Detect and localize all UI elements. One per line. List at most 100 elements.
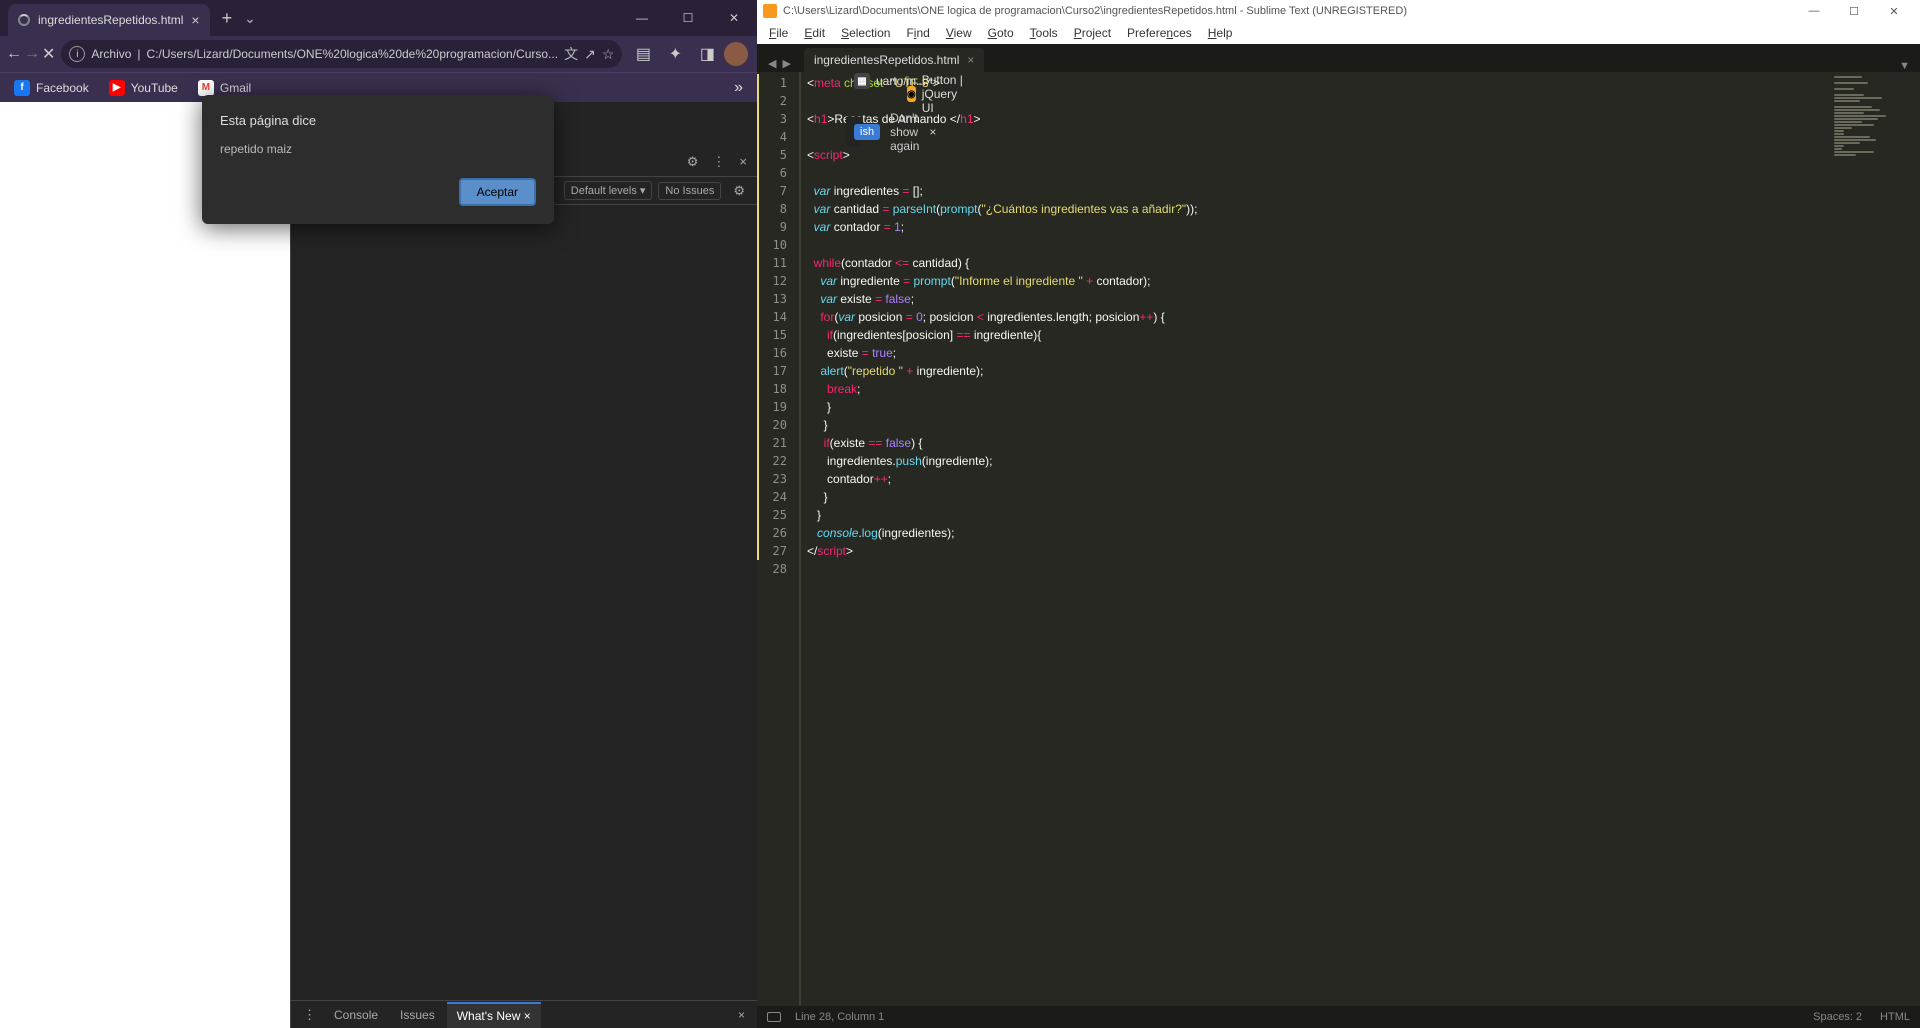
maximize-button[interactable]: ☐: [665, 0, 711, 36]
line-gutter: 1234567891011121314151617181920212223242…: [757, 72, 801, 1006]
drawer-menu-icon[interactable]: ⋮: [297, 1007, 322, 1023]
chrome-toolbar: ← → ✕ i Archivo | C:/Users/Lizard/Docume…: [0, 36, 757, 72]
minimize-button[interactable]: —: [1794, 0, 1834, 22]
window-title: C:\Users\Lizard\Documents\ONE logica de …: [783, 5, 1794, 17]
menu-view[interactable]: View: [938, 24, 980, 42]
drawer-tab-whatsnew[interactable]: What's New ×: [447, 1002, 541, 1028]
youtube-icon: ▶: [109, 80, 125, 96]
bookmark-label: YouTube: [131, 81, 178, 95]
translate-lang-badge[interactable]: ish: [854, 124, 880, 140]
line-number: 7: [757, 182, 799, 200]
close-tab-icon[interactable]: ×: [191, 12, 199, 28]
menu-find[interactable]: Find: [898, 24, 937, 42]
code-area[interactable]: <meta charset="UTF-8"> <h1>Recetas de Ar…: [801, 72, 1830, 1006]
tab-filename: ingredientesRepetidos.html: [814, 53, 959, 67]
menu-selection[interactable]: Selection: [833, 24, 898, 42]
translate-close-icon[interactable]: ×: [929, 125, 936, 139]
line-number: 8: [757, 200, 799, 218]
line-number: 4: [757, 128, 799, 146]
issues-counter[interactable]: No Issues: [658, 182, 721, 200]
menu-project[interactable]: Project: [1066, 24, 1119, 42]
sublime-text: C:\Users\Lizard\Documents\ONE logica de …: [757, 0, 1920, 1028]
bookmark-label: Button | jQuery UI: [922, 73, 965, 115]
devtools-menu-icon[interactable]: ⋮: [706, 154, 731, 170]
menu-preferences[interactable]: Preferences: [1119, 24, 1200, 42]
line-number: 16: [757, 344, 799, 362]
address-bar[interactable]: i Archivo | C:/Users/Lizard/Documents/ON…: [61, 40, 622, 68]
devtools-drawer: ⋮ Console Issues What's New × ×: [291, 1000, 757, 1028]
browser-tab[interactable]: ingredientesRepetidos.html ×: [8, 4, 210, 36]
side-panel-icon[interactable]: ◨: [692, 39, 722, 69]
line-number: 3: [757, 110, 799, 128]
page-viewport: [0, 102, 290, 1028]
bookmark-youtube[interactable]: ▶ YouTube: [101, 77, 186, 99]
line-number: 24: [757, 488, 799, 506]
console-settings-icon[interactable]: ⚙: [727, 183, 751, 199]
devtools-close-icon[interactable]: ×: [733, 154, 753, 169]
window-controls: — ☐ ✕: [619, 0, 757, 36]
drawer-tab-issues[interactable]: Issues: [390, 1003, 445, 1027]
window-controls: — ☐ ✕: [1794, 0, 1914, 22]
line-number: 10: [757, 236, 799, 254]
tab-search-icon[interactable]: ⌄: [244, 10, 256, 27]
new-tab-button[interactable]: +: [210, 8, 245, 29]
close-icon[interactable]: ×: [524, 1009, 531, 1023]
alert-message: repetido maiz: [220, 142, 536, 156]
maximize-button[interactable]: ☐: [1834, 0, 1874, 22]
line-number: 5: [757, 146, 799, 164]
menu-goto[interactable]: Goto: [980, 24, 1022, 42]
line-number: 28: [757, 560, 799, 578]
indentation-selector[interactable]: Spaces: 2: [1813, 1011, 1862, 1023]
stop-reload-button[interactable]: ✕: [42, 39, 55, 69]
line-number: 25: [757, 506, 799, 524]
line-number: 12: [757, 272, 799, 290]
bookmark-star-icon[interactable]: ☆: [602, 46, 615, 63]
devtools-settings-icon[interactable]: ⚙: [681, 154, 705, 170]
translate-dont-show[interactable]: Don't show again: [890, 111, 919, 153]
alert-accept-button[interactable]: Aceptar: [459, 178, 536, 206]
share-icon[interactable]: ↗: [584, 46, 596, 63]
site-info-icon[interactable]: i: [69, 46, 85, 62]
close-window-button[interactable]: ✕: [1874, 0, 1914, 22]
log-levels-selector[interactable]: Default levels ▾: [564, 181, 653, 200]
syntax-selector[interactable]: HTML: [1880, 1011, 1910, 1023]
panel-switcher-icon[interactable]: [767, 1012, 781, 1022]
sublime-titlebar: C:\Users\Lizard\Documents\ONE logica de …: [757, 0, 1920, 22]
editor-tab[interactable]: ingredientesRepetidos.html ×: [804, 48, 984, 72]
nav-back-icon[interactable]: ◀: [765, 55, 779, 72]
reading-list-icon[interactable]: ▤: [628, 39, 658, 69]
bookmark-label: Facebook: [36, 81, 89, 95]
tab-title: ingredientesRepetidos.html: [38, 13, 183, 27]
line-number: 19: [757, 398, 799, 416]
sublime-logo-icon: [763, 4, 777, 18]
cursor-position: Line 28, Column 1: [795, 1011, 884, 1023]
bookmark-facebook[interactable]: f Facebook: [6, 77, 97, 99]
tab-history-nav: ◀ ▶: [761, 55, 798, 72]
nav-forward-icon[interactable]: ▶: [779, 55, 793, 72]
devtools-panel: ▦ uarto/in... ◉ Button | jQuery UI ish D…: [290, 102, 757, 1028]
back-button[interactable]: ←: [6, 39, 22, 69]
tab-dropdown-icon[interactable]: ▼: [1893, 60, 1916, 72]
menu-tools[interactable]: Tools: [1022, 24, 1066, 42]
menu-file[interactable]: File: [761, 24, 796, 42]
line-number: 15: [757, 326, 799, 344]
line-number: 1: [757, 74, 799, 92]
translate-icon[interactable]: 文: [564, 44, 578, 64]
close-window-button[interactable]: ✕: [711, 0, 757, 36]
drawer-close-icon[interactable]: ×: [732, 1008, 751, 1022]
minimize-button[interactable]: —: [619, 0, 665, 36]
profile-avatar[interactable]: [724, 42, 748, 66]
bookmarks-overflow-icon[interactable]: »: [726, 79, 751, 97]
minimap[interactable]: [1830, 72, 1920, 1006]
line-number: 11: [757, 254, 799, 272]
extensions-icon[interactable]: ✦: [660, 39, 690, 69]
forward-button[interactable]: →: [24, 39, 40, 69]
menu-edit[interactable]: Edit: [796, 24, 833, 42]
line-number: 9: [757, 218, 799, 236]
drawer-tab-console[interactable]: Console: [324, 1003, 388, 1027]
menu-help[interactable]: Help: [1200, 24, 1241, 42]
sublime-menubar: File Edit Selection Find View Goto Tools…: [757, 22, 1920, 44]
close-tab-icon[interactable]: ×: [967, 53, 974, 67]
console-output[interactable]: [291, 205, 757, 1000]
editor-body: 1234567891011121314151617181920212223242…: [757, 72, 1920, 1006]
